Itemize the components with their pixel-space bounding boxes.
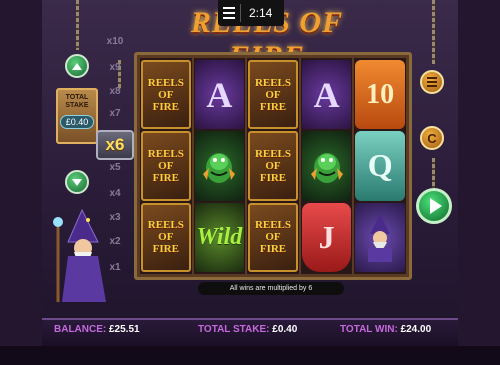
a-symbol: A — [301, 60, 352, 130]
stake-down-button[interactable] — [65, 170, 89, 194]
play-icon — [430, 198, 442, 214]
reels-of-fire-symbol: REELS OF FIRE — [141, 131, 191, 201]
win-message-bar: All wins are multiplied by 6 — [198, 282, 344, 295]
coin-value-button[interactable]: C — [420, 126, 444, 150]
total-stake-label: TOTAL STAKE: — [198, 324, 270, 335]
reels-of-fire-symbol: REELS OF FIRE — [248, 202, 298, 272]
total-win-value: £24.00 — [400, 324, 432, 335]
spin-button[interactable] — [416, 188, 452, 224]
dragon-symbol — [194, 131, 245, 201]
reel-2: A Wild — [193, 58, 246, 274]
reels-of-fire-symbol: REELS OF FIRE — [248, 60, 298, 130]
bottom-edge — [0, 346, 500, 365]
clock: 2:14 — [249, 6, 273, 20]
balance-value: £25.51 — [109, 324, 140, 335]
ten-symbol: 10 — [355, 60, 405, 130]
arrow-down-icon — [72, 178, 82, 186]
j-symbol: J — [301, 202, 352, 272]
total-stake-value: £0.40 — [272, 324, 298, 335]
reel-1: REELS OF FIRE REELS OF FIRE REELS OF FIR… — [140, 58, 192, 274]
total-stake-panel: TOTAL STAKE £0.40 — [56, 88, 98, 144]
wizard-character — [52, 206, 122, 304]
active-multiplier-badge: x6 — [96, 130, 134, 160]
reel-3: REELS OF FIRE REELS OF FIRE REELS OF FIR… — [247, 58, 299, 274]
chain-decoration — [432, 0, 435, 64]
reels-of-fire-symbol: REELS OF FIRE — [248, 131, 298, 201]
menu-icon — [427, 77, 437, 87]
arrow-up-icon — [72, 62, 82, 70]
total-stake-stat: TOTAL STAKE: £0.40 — [198, 324, 297, 335]
hamburger-menu-icon[interactable] — [218, 0, 240, 26]
top-bar: 2:14 — [218, 0, 284, 26]
stake-up-button[interactable] — [65, 54, 89, 78]
total-win-label: TOTAL WIN: — [340, 324, 398, 335]
chain-decoration — [432, 158, 435, 188]
menu-button[interactable] — [420, 70, 444, 94]
chain-decoration — [76, 0, 79, 50]
multiplier-step: x5 — [109, 162, 121, 173]
left-backdrop — [0, 0, 42, 365]
balance-stat: BALANCE: £25.51 — [54, 324, 140, 335]
balance-label: BALANCE: — [54, 324, 107, 335]
multiplier-step: x8 — [109, 86, 121, 97]
multiplier-step: x4 — [109, 188, 121, 199]
q-symbol: Q — [355, 131, 405, 201]
dragon-symbol — [301, 131, 352, 201]
right-backdrop — [458, 0, 500, 365]
wizard-icon — [368, 214, 393, 263]
dragon-icon — [203, 152, 236, 183]
wizard-character-icon — [53, 208, 106, 302]
reels-of-fire-symbol: REELS OF FIRE — [141, 202, 191, 272]
reel-grid: REELS OF FIRE REELS OF FIRE REELS OF FIR… — [140, 58, 406, 274]
coin-icon: C — [427, 130, 437, 146]
reel-5: 10 Q — [354, 58, 406, 274]
dragon-icon — [310, 152, 343, 183]
stake-label-line1: TOTAL — [65, 94, 89, 101]
reels-of-fire-symbol: REELS OF FIRE — [141, 60, 191, 130]
multiplier-step: x10 — [106, 36, 124, 47]
game-window: REELS OF FIRE 2:14 TOTAL STAKE £0.40 x10… — [0, 0, 500, 365]
multiplier-step: x9 — [109, 62, 121, 73]
total-win-stat: TOTAL WIN: £24.00 — [340, 324, 431, 335]
a-symbol: A — [194, 60, 245, 130]
stake-value: £0.40 — [60, 115, 94, 129]
stake-label-line2: STAKE — [65, 102, 89, 109]
reel-4: A J — [300, 58, 353, 274]
multiplier-step: x7 — [109, 108, 121, 119]
wild-symbol: Wild — [194, 202, 245, 272]
wizard-symbol — [355, 202, 405, 272]
